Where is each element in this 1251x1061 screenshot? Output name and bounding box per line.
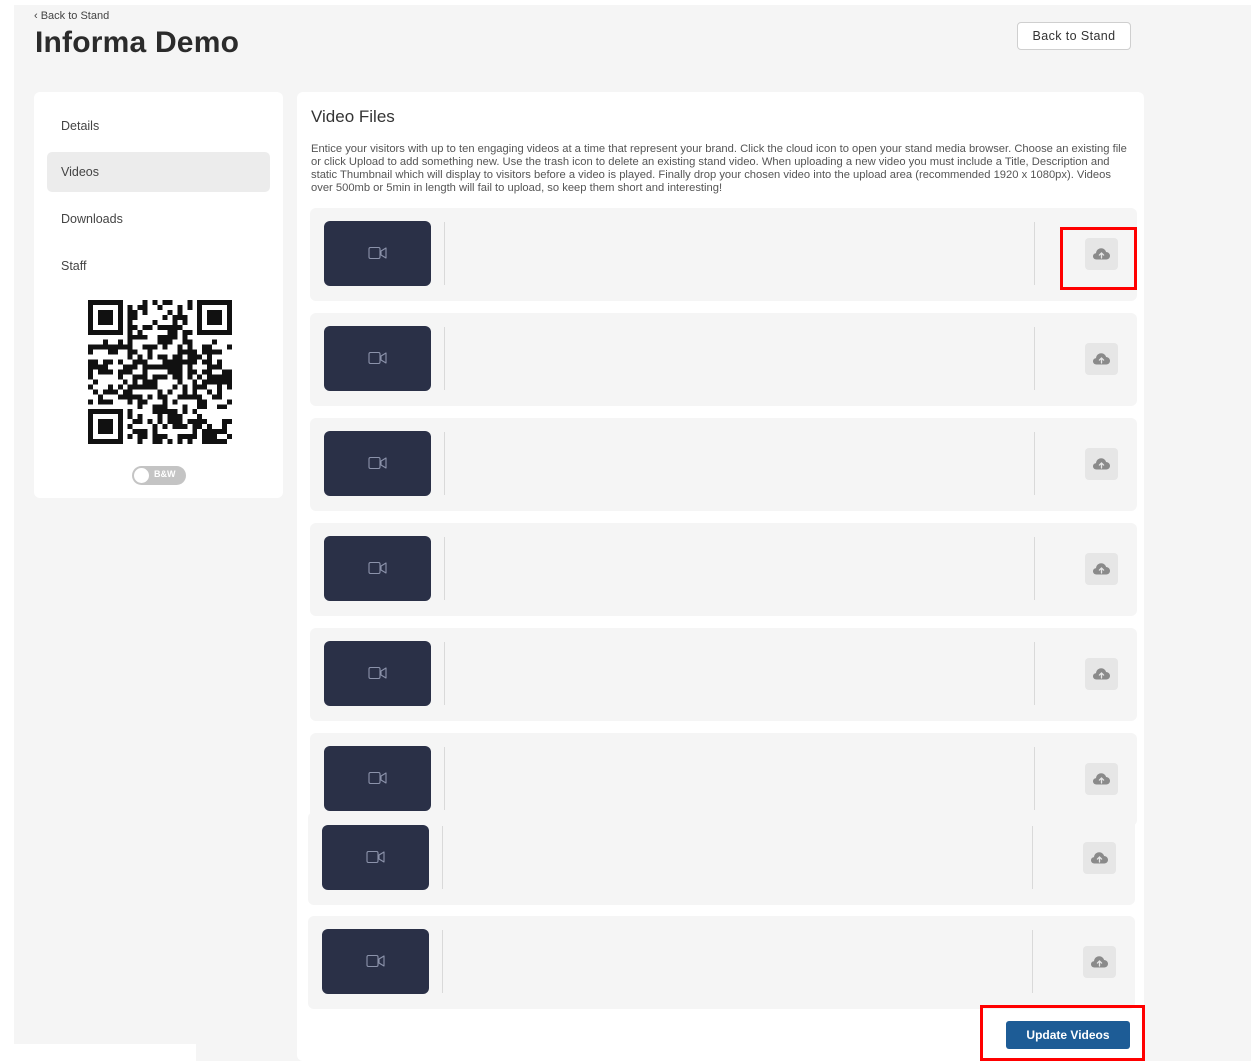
video-camera-icon	[368, 771, 387, 785]
upload-button[interactable]	[1083, 842, 1116, 874]
page-title: Informa Demo	[35, 26, 240, 59]
video-thumbnail[interactable]	[324, 536, 431, 601]
video-row	[310, 523, 1137, 616]
sidebar: Details Videos Downloads Staff B&W	[34, 92, 283, 498]
video-fields-area[interactable]	[445, 428, 1033, 501]
video-row	[310, 628, 1137, 721]
video-row	[310, 208, 1137, 301]
back-to-stand-button[interactable]: Back to Stand	[1017, 22, 1131, 50]
cloud-upload-icon	[1093, 773, 1110, 785]
video-fields-area[interactable]	[445, 638, 1033, 711]
cloud-upload-icon	[1093, 668, 1110, 680]
upload-button[interactable]	[1085, 763, 1118, 795]
toggle-label: B&W	[154, 469, 176, 479]
sidebar-item-staff[interactable]: Staff	[47, 246, 270, 286]
video-files-panel: Video Files Entice your visitors with up…	[297, 92, 1144, 1061]
upload-button[interactable]	[1085, 658, 1118, 690]
video-thumbnail[interactable]	[324, 221, 431, 286]
video-fields-area[interactable]	[445, 323, 1033, 396]
video-camera-icon	[368, 456, 387, 470]
cloud-upload-icon	[1093, 563, 1110, 575]
back-to-stand-link[interactable]: ‹ Back to Stand	[34, 10, 109, 22]
video-camera-icon	[366, 954, 385, 968]
cloud-upload-icon	[1093, 353, 1110, 365]
row-divider	[1034, 432, 1035, 495]
video-row	[308, 916, 1135, 1009]
row-divider	[1034, 747, 1035, 810]
video-row	[308, 812, 1135, 905]
video-camera-icon	[368, 666, 387, 680]
video-row	[310, 418, 1137, 511]
video-row	[310, 313, 1137, 406]
video-camera-icon	[368, 561, 387, 575]
section-description: Entice your visitors with up to ten enga…	[311, 143, 1127, 194]
cloud-upload-icon	[1093, 248, 1110, 260]
video-thumbnail[interactable]	[324, 431, 431, 496]
upload-button[interactable]	[1085, 238, 1118, 270]
qr-code	[88, 300, 232, 444]
upload-button[interactable]	[1085, 343, 1118, 375]
upload-button[interactable]	[1083, 946, 1116, 978]
video-camera-icon	[366, 850, 385, 864]
sidebar-item-downloads[interactable]: Downloads	[47, 199, 270, 239]
row-divider	[1034, 642, 1035, 705]
video-thumbnail[interactable]	[322, 825, 429, 890]
row-divider	[1034, 327, 1035, 390]
cloud-upload-icon	[1093, 458, 1110, 470]
upload-button[interactable]	[1085, 553, 1118, 585]
video-fields-area[interactable]	[445, 218, 1033, 291]
row-divider	[1034, 222, 1035, 285]
video-thumbnail[interactable]	[324, 746, 431, 811]
upload-button[interactable]	[1085, 448, 1118, 480]
cloud-upload-icon	[1091, 956, 1108, 968]
toggle-knob	[134, 468, 149, 483]
video-thumbnail[interactable]	[324, 641, 431, 706]
video-camera-icon	[368, 351, 387, 365]
sidebar-item-details[interactable]: Details	[47, 106, 270, 146]
update-videos-button[interactable]: Update Videos	[1006, 1021, 1130, 1049]
section-title: Video Files	[311, 107, 395, 126]
cloud-upload-icon	[1091, 852, 1108, 864]
video-fields-area[interactable]	[445, 743, 1033, 816]
row-divider	[1034, 537, 1035, 600]
video-fields-area[interactable]	[445, 533, 1033, 606]
video-fields-area[interactable]	[443, 822, 1031, 895]
sidebar-item-videos[interactable]: Videos	[47, 152, 270, 192]
video-thumbnail[interactable]	[324, 326, 431, 391]
bw-toggle[interactable]: B&W	[132, 466, 186, 485]
row-divider	[1032, 930, 1033, 993]
video-fields-area[interactable]	[443, 926, 1031, 999]
video-thumbnail[interactable]	[322, 929, 429, 994]
row-divider	[1032, 826, 1033, 889]
video-camera-icon	[368, 246, 387, 260]
